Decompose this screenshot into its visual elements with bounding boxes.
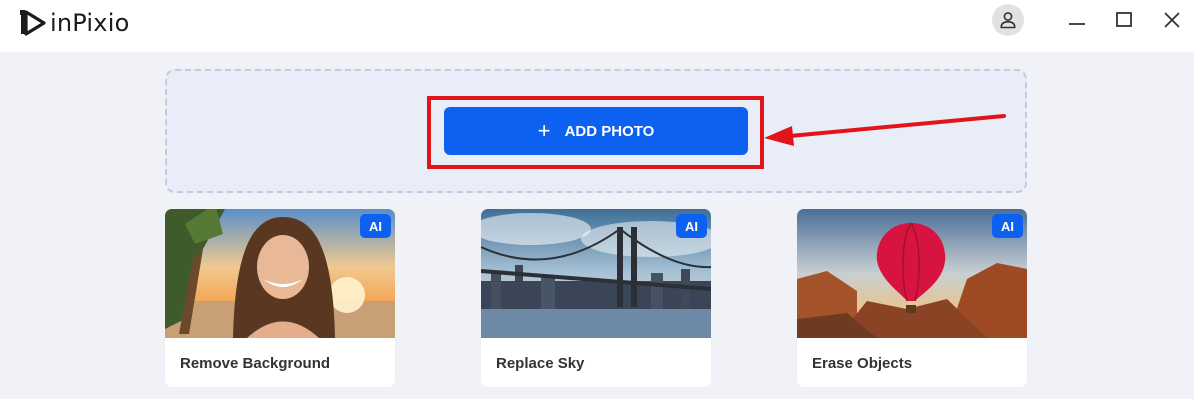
maximize-icon [1116, 12, 1132, 27]
tool-card-remove-background[interactable]: AI Remove Background [165, 209, 395, 387]
card-label: Replace Sky [496, 355, 585, 372]
minimize-icon [1069, 23, 1085, 25]
title-bar: inPixio [0, 0, 1194, 52]
card-label: Remove Background [180, 355, 331, 372]
ai-badge: AI [676, 214, 707, 238]
close-button[interactable] [1158, 6, 1186, 34]
add-photo-label: ADD PHOTO [564, 122, 655, 140]
annotation-arrow [764, 114, 1006, 146]
logo-play-icon [20, 10, 46, 36]
ai-badge: AI [360, 214, 391, 238]
app-name: inPixio [50, 9, 130, 37]
ai-badge: AI [992, 214, 1023, 238]
account-button[interactable] [992, 4, 1024, 36]
tool-card-replace-sky[interactable]: AI Replace Sky [481, 209, 711, 387]
maximize-button[interactable] [1110, 6, 1138, 34]
minimize-button[interactable] [1063, 6, 1091, 34]
add-photo-button[interactable]: + ADD PHOTO [444, 107, 748, 155]
close-icon [1164, 12, 1180, 28]
card-label: Erase Objects [812, 355, 913, 372]
tool-card-erase-objects[interactable]: AI Erase Objects [797, 209, 1027, 387]
app-logo: inPixio [20, 6, 129, 40]
user-icon [1000, 12, 1016, 29]
plus-icon: + [537, 118, 551, 143]
